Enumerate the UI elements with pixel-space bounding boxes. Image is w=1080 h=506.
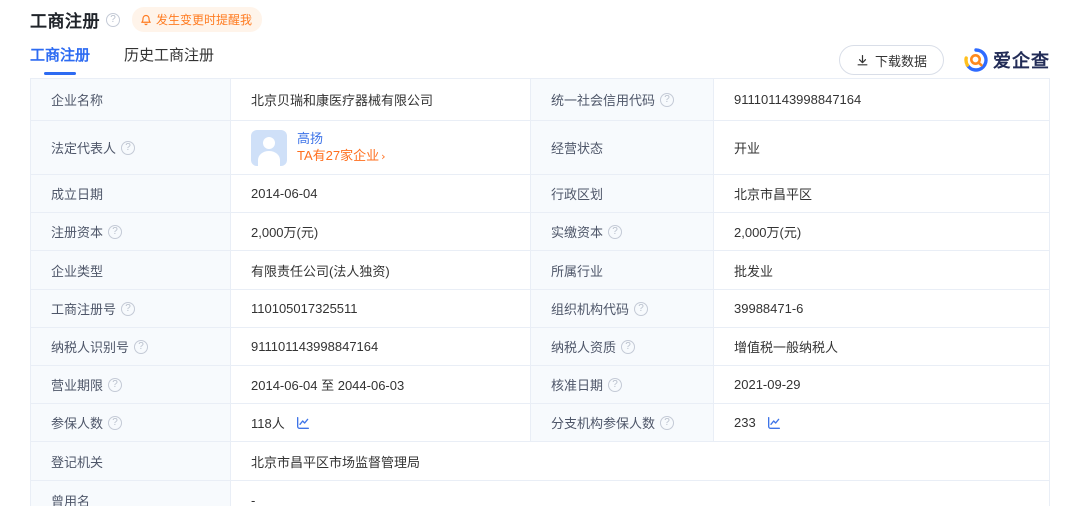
field-label: 参保人数? — [31, 404, 230, 441]
field-label: 企业类型 — [31, 251, 230, 289]
download-data-button[interactable]: 下载数据 — [839, 45, 944, 75]
registration-info-table: 企业名称 北京贝瑞和康医疗器械有限公司 统一社会信用代码? 9111011439… — [30, 78, 1050, 506]
operating-status-value: 开业 — [713, 121, 1049, 174]
admin-division-value: 北京市昌平区 — [713, 175, 1049, 212]
field-label: 所属行业 — [530, 251, 713, 289]
chevron-right-icon: › — [381, 150, 385, 163]
org-code-value: 39988471-6 — [713, 290, 1049, 327]
field-label: 企业名称 — [31, 79, 230, 120]
table-row: 登记机关 北京市昌平区市场监督管理局 — [31, 441, 1049, 480]
field-label: 纳税人识别号? — [31, 328, 230, 365]
field-label: 成立日期 — [31, 175, 230, 212]
aiqicha-logo-text: 爱企查 — [993, 47, 1050, 73]
bell-icon — [140, 14, 152, 26]
help-icon[interactable]: ? — [108, 416, 122, 430]
registered-capital-value: 2,000万(元) — [230, 213, 530, 250]
tab-label: 工商注册 — [30, 47, 90, 64]
trend-chart-icon[interactable] — [295, 415, 311, 431]
field-label: 纳税人资质? — [530, 328, 713, 365]
help-icon[interactable]: ? — [121, 302, 135, 316]
trend-chart-icon[interactable] — [766, 415, 782, 431]
table-row: 工商注册号? 110105017325511 组织机构代码? 39988471-… — [31, 289, 1049, 327]
table-row: 纳税人识别号? 911101143998847164 纳税人资质? 增值税一般纳… — [31, 327, 1049, 365]
tab-actions: 下载数据 爱企查 — [839, 45, 1050, 75]
page-title: 工商注册 — [30, 7, 100, 32]
industry-value: 批发业 — [713, 251, 1049, 289]
field-label: 组织机构代码? — [530, 290, 713, 327]
paidin-capital-value: 2,000万(元) — [713, 213, 1049, 250]
help-icon[interactable]: ? — [660, 416, 674, 430]
table-row: 注册资本? 2,000万(元) 实缴资本? 2,000万(元) — [31, 212, 1049, 250]
field-label: 实缴资本? — [530, 213, 713, 250]
establish-date-value: 2014-06-04 — [230, 175, 530, 212]
help-icon[interactable]: ? — [106, 13, 120, 27]
table-row: 营业期限? 2014-06-04 至 2044-06-03 核准日期? 2021… — [31, 365, 1049, 403]
field-label: 分支机构参保人数? — [530, 404, 713, 441]
help-icon[interactable]: ? — [660, 93, 674, 107]
legal-representative-link[interactable]: 高扬 — [297, 130, 386, 147]
active-tab-underline — [44, 72, 76, 75]
table-row: 参保人数? 118人 分支机构参保人数? 233 — [31, 403, 1049, 441]
representative-companies-link[interactable]: TA有27家企业› — [297, 147, 386, 165]
help-icon[interactable]: ? — [608, 378, 622, 392]
approval-date-value: 2021-09-29 — [713, 366, 1049, 403]
business-registration-panel: 工商注册 ? 发生变更时提醒我 工商注册 历史工商注册 下载数据 — [0, 0, 1080, 506]
branch-insured-count-value: 233 — [713, 404, 1049, 441]
company-type-value: 有限责任公司(法人独资) — [230, 251, 530, 289]
help-icon[interactable]: ? — [108, 225, 122, 239]
aiqicha-logo[interactable]: 爱企查 — [964, 47, 1050, 73]
field-label: 工商注册号? — [31, 290, 230, 327]
registration-authority-value: 北京市昌平区市场监督管理局 — [230, 442, 1049, 480]
field-label: 营业期限? — [31, 366, 230, 403]
table-row: 曾用名 - — [31, 480, 1049, 506]
aiqicha-logo-icon — [964, 48, 988, 72]
help-icon[interactable]: ? — [608, 225, 622, 239]
field-label: 行政区划 — [530, 175, 713, 212]
table-row: 法定代表人? 高扬 TA有27家企业› 经营状态 开业 — [31, 120, 1049, 174]
table-row: 企业名称 北京贝瑞和康医疗器械有限公司 统一社会信用代码? 9111011439… — [31, 79, 1049, 120]
change-alert-label: 发生变更时提醒我 — [156, 11, 252, 28]
help-icon[interactable]: ? — [621, 340, 635, 354]
credit-code-value: 911101143998847164 — [713, 79, 1049, 120]
field-label: 法定代表人? — [31, 121, 230, 174]
legal-representative-cell: 高扬 TA有27家企业› — [230, 121, 530, 174]
download-label: 下载数据 — [875, 51, 927, 70]
field-label: 登记机关 — [31, 442, 230, 480]
help-icon[interactable]: ? — [634, 302, 648, 316]
taxpayer-id-value: 911101143998847164 — [230, 328, 530, 365]
company-name-value: 北京贝瑞和康医疗器械有限公司 — [230, 79, 530, 120]
taxpayer-qualification-value: 增值税一般纳税人 — [713, 328, 1049, 365]
table-row: 成立日期 2014-06-04 行政区划 北京市昌平区 — [31, 174, 1049, 212]
download-icon — [856, 54, 869, 67]
tab-label: 历史工商注册 — [124, 47, 214, 64]
field-label: 经营状态 — [530, 121, 713, 174]
tab-bar: 工商注册 历史工商注册 下载数据 爱企查 — [0, 30, 1080, 76]
registration-number-value: 110105017325511 — [230, 290, 530, 327]
avatar[interactable] — [251, 130, 287, 166]
field-label: 统一社会信用代码? — [530, 79, 713, 120]
field-label: 核准日期? — [530, 366, 713, 403]
section-header: 工商注册 ? 发生变更时提醒我 — [0, 0, 1080, 30]
field-label: 曾用名 — [31, 481, 230, 506]
help-icon[interactable]: ? — [134, 340, 148, 354]
change-alert-button[interactable]: 发生变更时提醒我 — [132, 7, 262, 32]
help-icon[interactable]: ? — [108, 378, 122, 392]
table-row: 企业类型 有限责任公司(法人独资) 所属行业 批发业 — [31, 250, 1049, 289]
insured-count-value: 118人 — [230, 404, 530, 441]
tab-business-registration[interactable]: 工商注册 — [30, 44, 90, 77]
business-term-value: 2014-06-04 至 2044-06-03 — [230, 366, 530, 403]
tab-history-registration[interactable]: 历史工商注册 — [124, 44, 214, 77]
field-label: 注册资本? — [31, 213, 230, 250]
former-name-value: - — [230, 481, 1049, 506]
help-icon[interactable]: ? — [121, 141, 135, 155]
